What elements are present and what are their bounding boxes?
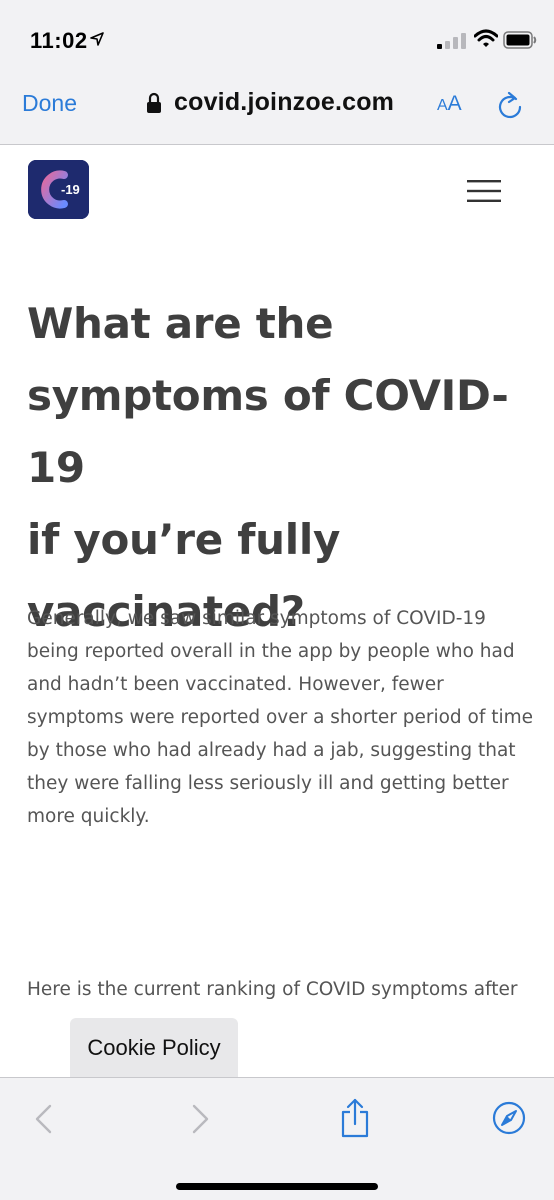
headline-line: What are the [27,299,334,348]
address-bar[interactable]: covid.joinzoe.com [146,88,394,117]
headline-line: if you’re fully [27,515,341,564]
article-paragraph: Generally, we saw similar symptoms of CO… [27,608,534,827]
hamburger-menu-icon[interactable] [467,179,501,203]
done-button[interactable]: Done [22,90,77,117]
home-indicator [176,1183,378,1190]
share-icon[interactable] [340,1098,370,1138]
wifi-icon [474,29,498,47]
text-size-large-label: A [447,92,462,115]
bottom-toolbar [0,1077,554,1200]
back-icon[interactable] [32,1103,54,1135]
battery-icon [503,31,537,49]
cellular-signal-icon [437,33,466,49]
lock-icon [147,92,161,113]
browser-header: Done covid.joinzoe.com AA [0,70,554,145]
status-time: 11:02 [30,28,88,53]
compass-icon[interactable] [492,1101,526,1135]
app-logo[interactable]: -19 [28,160,89,219]
forward-icon[interactable] [190,1103,212,1135]
covid-logo-icon: -19 [28,160,89,219]
article-headline: What are the symptoms of COVID-19 if you… [27,288,537,648]
text-size-button[interactable]: AA [437,92,462,116]
text-size-small-label: A [437,97,448,114]
url-text: covid.joinzoe.com [174,88,395,116]
logo-text: -19 [61,182,80,197]
reload-icon[interactable] [496,90,524,120]
cookie-policy-button[interactable]: Cookie Policy [70,1018,238,1078]
headline-line: symptoms of COVID-19 [27,371,509,492]
status-bar: 11:02 [0,0,554,70]
location-arrow-icon [90,32,104,46]
